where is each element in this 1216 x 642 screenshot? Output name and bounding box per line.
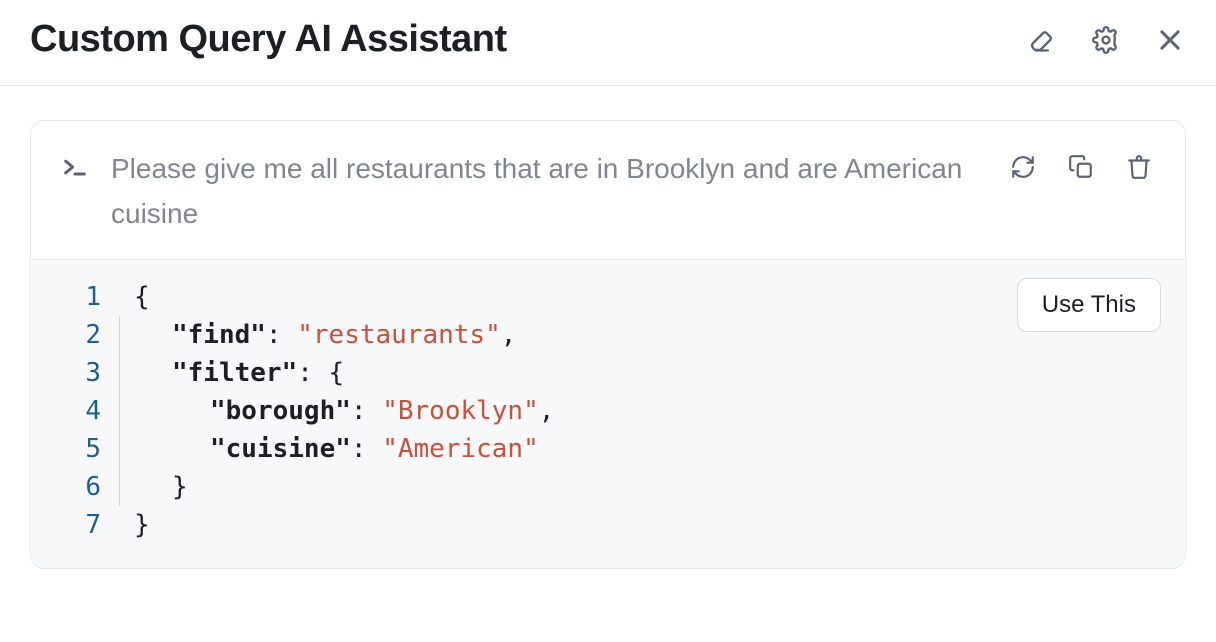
trash-icon[interactable] — [1123, 151, 1155, 183]
prompt-row: Please give me all restaurants that are … — [31, 121, 1185, 260]
line-number: 4 — [55, 392, 101, 430]
code-area: Use This 1 { 2 "find": "restaurants", 3 … — [31, 260, 1185, 568]
query-card: Please give me all restaurants that are … — [30, 120, 1186, 569]
close-icon[interactable] — [1154, 24, 1186, 56]
line-number: 7 — [55, 506, 101, 544]
header: Custom Query AI Assistant — [0, 0, 1216, 86]
code-line: 6 } — [55, 468, 1161, 506]
header-actions — [1026, 24, 1186, 56]
line-number: 6 — [55, 468, 101, 506]
line-number: 2 — [55, 316, 101, 354]
eraser-icon[interactable] — [1026, 24, 1058, 56]
code-line: 2 "find": "restaurants", — [55, 316, 1161, 354]
code-line: 7 } — [55, 506, 1161, 544]
prompt-icon — [61, 153, 89, 181]
code-line: 4 "borough": "Brooklyn", — [55, 392, 1161, 430]
line-number: 3 — [55, 354, 101, 392]
line-number: 5 — [55, 430, 101, 468]
prompt-actions — [1007, 151, 1155, 183]
code-line: 5 "cuisine": "American" — [55, 430, 1161, 468]
refresh-icon[interactable] — [1007, 151, 1039, 183]
code-line: 1 { — [55, 278, 1161, 316]
code-line: 3 "filter": { — [55, 354, 1161, 392]
use-this-button[interactable]: Use This — [1017, 278, 1161, 332]
page-title: Custom Query AI Assistant — [30, 18, 507, 61]
gear-icon[interactable] — [1090, 24, 1122, 56]
line-number: 1 — [55, 278, 101, 316]
copy-icon[interactable] — [1065, 151, 1097, 183]
code-block: 1 { 2 "find": "restaurants", 3 "filter":… — [55, 278, 1161, 544]
prompt-text: Please give me all restaurants that are … — [111, 147, 985, 237]
